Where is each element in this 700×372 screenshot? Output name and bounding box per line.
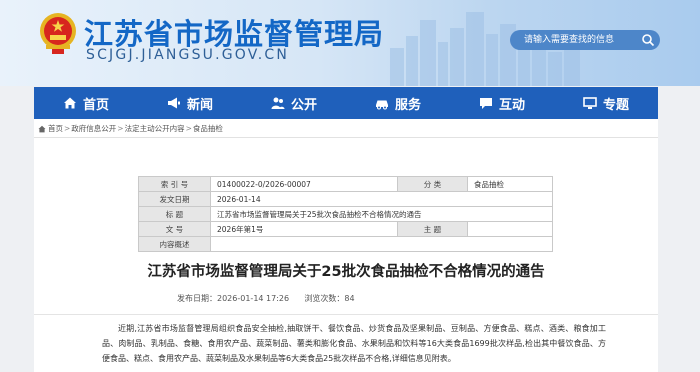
view-count: 84 bbox=[344, 294, 355, 303]
article-divider bbox=[34, 314, 658, 315]
home-icon bbox=[63, 97, 76, 109]
topic-value bbox=[467, 221, 553, 237]
docno-label: 文 号 bbox=[138, 221, 211, 237]
publish-date: 2026-01-14 17:26 bbox=[217, 294, 290, 303]
main-content: 首页 > 政府信息公开 > 法定主动公开内容 > 食品抽检 索 引 号 0140… bbox=[34, 119, 658, 372]
nav-interact[interactable]: 互动 bbox=[450, 87, 554, 119]
index-label: 索 引 号 bbox=[138, 176, 211, 192]
breadcrumb-home[interactable]: 首页 bbox=[48, 123, 63, 134]
meta-row: 内容概述 bbox=[138, 236, 553, 252]
nav-home[interactable]: 首页 bbox=[34, 87, 138, 119]
title-label: 标 题 bbox=[138, 206, 211, 222]
category-value: 食品抽检 bbox=[467, 176, 553, 192]
nav-public[interactable]: 公开 bbox=[242, 87, 346, 119]
nav-news[interactable]: 新闻 bbox=[138, 87, 242, 119]
people-icon bbox=[271, 97, 285, 109]
topic-label: 主 题 bbox=[397, 221, 468, 237]
breadcrumb-separator: > bbox=[64, 124, 71, 133]
site-domain: SCJGJ.JIANGSU.GOV.CN bbox=[86, 47, 290, 63]
title-value: 江苏省市场监督管理局关于25批次食品抽检不合格情况的通告 bbox=[210, 206, 553, 222]
breadcrumb-separator: > bbox=[185, 124, 192, 133]
nav-topics-label: 专题 bbox=[602, 97, 629, 113]
meta-row: 索 引 号 01400022-0/2026-00007 分 类 食品抽检 bbox=[138, 176, 553, 192]
breadcrumb-separator: > bbox=[117, 124, 124, 133]
meta-row: 发文日期 2026-01-14 bbox=[138, 191, 553, 207]
summary-value bbox=[210, 236, 553, 252]
date-label: 发文日期 bbox=[138, 191, 211, 207]
monitor-icon bbox=[583, 97, 597, 109]
publish-date-label: 发布日期： bbox=[177, 294, 217, 303]
nav-home-label: 首页 bbox=[82, 97, 109, 113]
nav-topics[interactable]: 专题 bbox=[554, 87, 658, 119]
breadcrumb-gov-info[interactable]: 政府信息公开 bbox=[71, 123, 116, 134]
docno-value: 2026年第1号 bbox=[210, 221, 398, 237]
breadcrumb-home-icon bbox=[38, 125, 46, 132]
document-meta-table: 索 引 号 01400022-0/2026-00007 分 类 食品抽检 发文日… bbox=[138, 176, 553, 252]
car-icon bbox=[375, 100, 388, 110]
category-label: 分 类 bbox=[397, 176, 468, 192]
index-value: 01400022-0/2026-00007 bbox=[210, 176, 398, 192]
megaphone-icon bbox=[167, 97, 180, 109]
meta-row: 文 号 2026年第1号 主 题 bbox=[138, 221, 553, 237]
search-icon[interactable] bbox=[640, 32, 656, 48]
meta-row: 标 题 江苏省市场监督管理局关于25批次食品抽检不合格情况的通告 bbox=[138, 206, 553, 222]
chat-icon bbox=[479, 98, 492, 109]
site-header: 江苏省市场监督管理局 SCJGJ.JIANGSU.GOV.CN bbox=[0, 0, 700, 86]
national-emblem-icon bbox=[40, 13, 76, 54]
nav-interact-label: 互动 bbox=[498, 97, 525, 113]
breadcrumb-divider bbox=[34, 137, 658, 138]
publish-info: 发布日期：2026-01-14 17:26 浏览次数：84 bbox=[177, 293, 355, 304]
search-input[interactable] bbox=[510, 30, 640, 50]
nav-public-label: 公开 bbox=[290, 97, 317, 113]
nav-service[interactable]: 服务 bbox=[346, 87, 450, 119]
search-box bbox=[510, 30, 660, 50]
date-value: 2026-01-14 bbox=[210, 191, 553, 207]
nav-news-label: 新闻 bbox=[186, 97, 213, 113]
breadcrumb-statutory[interactable]: 法定主动公开内容 bbox=[125, 123, 185, 134]
nav-service-label: 服务 bbox=[394, 97, 421, 113]
summary-label: 内容概述 bbox=[138, 236, 211, 252]
breadcrumb-food-inspection[interactable]: 食品抽检 bbox=[193, 123, 223, 134]
view-count-label: 浏览次数： bbox=[304, 294, 345, 303]
breadcrumb: 首页 > 政府信息公开 > 法定主动公开内容 > 食品抽检 bbox=[38, 123, 223, 134]
main-nav: 首页 新闻 公开 服务 互动 专题 bbox=[34, 87, 658, 119]
article-body: 近期,江苏省市场监督管理局组织食品安全抽检,抽取饼干、餐饮食品、炒货食品及坚果制… bbox=[102, 324, 606, 363]
article-title: 江苏省市场监督管理局关于25批次食品抽检不合格情况的通告 bbox=[147, 264, 545, 280]
